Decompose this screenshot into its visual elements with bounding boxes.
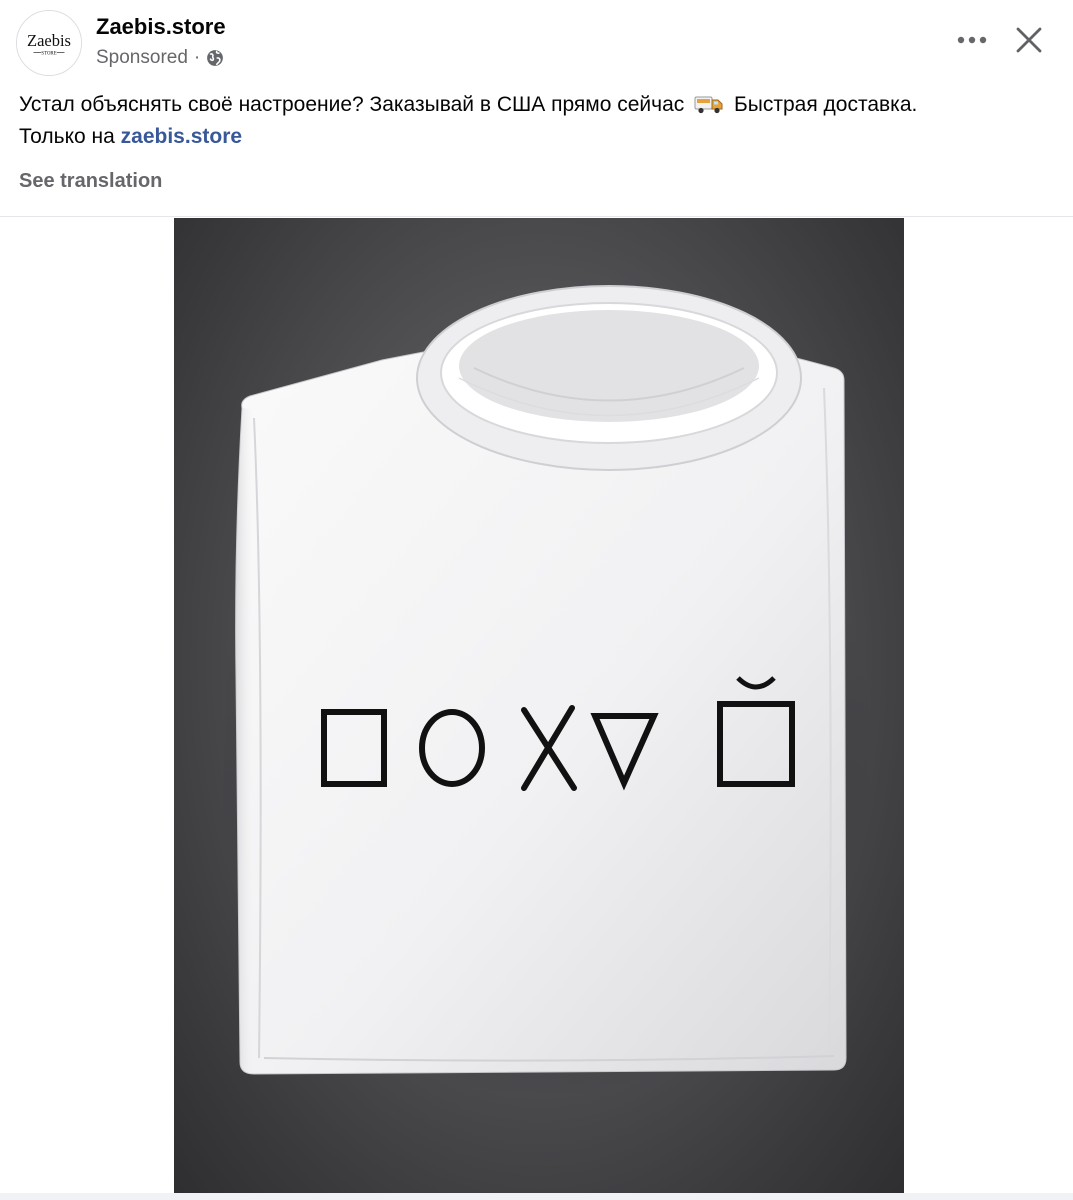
page-avatar[interactable]: Zaebis STORE: [16, 10, 82, 76]
post-caption: Устал объяснять своё настроение? Заказыв…: [19, 89, 1049, 153]
page-name-link[interactable]: Zaebis.store: [96, 14, 226, 40]
post-image[interactable]: [174, 218, 904, 1200]
globe-icon[interactable]: [206, 49, 224, 67]
delivery-truck-icon: [694, 93, 724, 115]
post-meta: Sponsored ·: [96, 47, 224, 69]
tshirt-photo: [214, 285, 874, 1098]
post-header: Zaebis STORE Zaebis.store Sponsored ·: [0, 0, 1073, 82]
caption-text-1: Устал объяснять своё настроение? Заказыв…: [19, 93, 685, 116]
caption-text-2: Быстрая доставка.: [733, 93, 918, 116]
more-horizontal-icon: [957, 36, 987, 44]
store-link[interactable]: zaebis.store: [121, 125, 242, 148]
close-icon: [1016, 27, 1042, 53]
more-options-button[interactable]: [948, 20, 996, 60]
sponsored-post: Zaebis STORE Zaebis.store Sponsored · Ус…: [0, 0, 1073, 1200]
logo-subtext: STORE: [41, 52, 56, 57]
zaebis-logo: Zaebis STORE: [17, 11, 81, 75]
close-button[interactable]: [1005, 18, 1053, 62]
feed-separator: [0, 1193, 1073, 1200]
see-translation-button[interactable]: See translation: [19, 170, 162, 193]
sponsored-label[interactable]: Sponsored: [96, 47, 188, 69]
meta-separator: ·: [193, 47, 201, 68]
divider: [0, 216, 1073, 217]
logo-text: Zaebis: [27, 31, 71, 50]
caption-text-3: Только на: [19, 125, 115, 148]
